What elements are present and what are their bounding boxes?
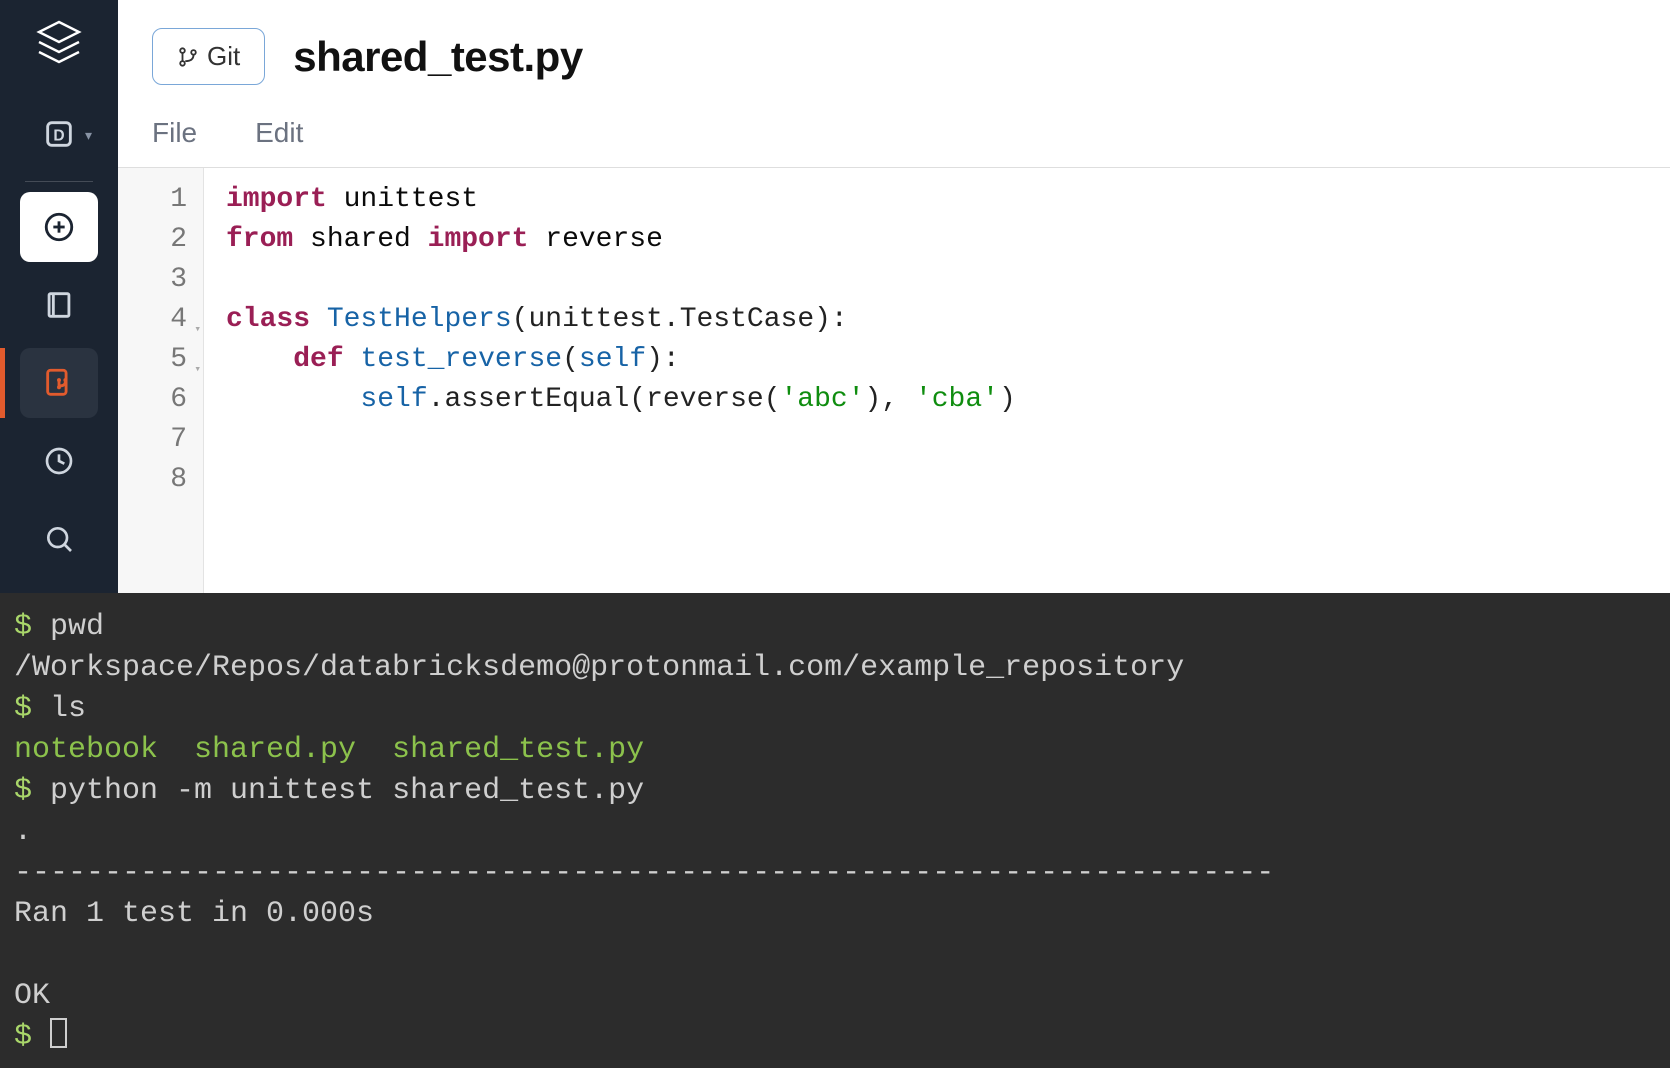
line-number: 4▾ (118, 300, 203, 340)
line-number: 5▾ (118, 340, 203, 380)
databricks-logo-icon[interactable] (35, 18, 83, 71)
gutter: 1 2 3 4▾ 5▾ 6 7 8 (118, 168, 204, 593)
line-number: 2 (118, 220, 203, 260)
line-number: 7 (118, 420, 203, 460)
svg-text:D: D (53, 127, 64, 144)
main-area: Git shared_test.py File Edit 1 2 3 4▾ 5▾… (118, 0, 1670, 593)
menu-edit[interactable]: Edit (255, 117, 303, 149)
branch-icon (177, 44, 199, 70)
page-title: shared_test.py (293, 33, 582, 81)
menu-file[interactable]: File (152, 117, 197, 149)
chevron-down-icon: ▾ (85, 127, 92, 144)
line-number: 1 (118, 180, 203, 220)
git-button-label: Git (207, 41, 240, 72)
sidebar-item-repos[interactable] (20, 348, 98, 418)
sidebar-item-recents[interactable] (20, 426, 98, 496)
terminal[interactable]: $ pwd /Workspace/Repos/databricksdemo@pr… (0, 593, 1670, 1068)
sidebar-divider (25, 181, 93, 182)
terminal-cursor (50, 1018, 67, 1048)
line-number: 8 (118, 460, 203, 500)
code-area[interactable]: import unittest from shared import rever… (204, 168, 1016, 593)
sidebar-item-search[interactable] (20, 504, 98, 574)
titlebar: Git shared_test.py (118, 0, 1670, 95)
git-button[interactable]: Git (152, 28, 265, 85)
sidebar: D ▾ (0, 0, 118, 593)
sidebar-item-workspace[interactable] (20, 270, 98, 340)
menubar: File Edit (118, 95, 1670, 168)
sidebar-item-data[interactable]: D ▾ (20, 99, 98, 169)
code-editor[interactable]: 1 2 3 4▾ 5▾ 6 7 8 import unittest from s… (118, 168, 1670, 593)
line-number: 3 (118, 260, 203, 300)
sidebar-item-create[interactable] (20, 192, 98, 262)
line-number: 6 (118, 380, 203, 420)
